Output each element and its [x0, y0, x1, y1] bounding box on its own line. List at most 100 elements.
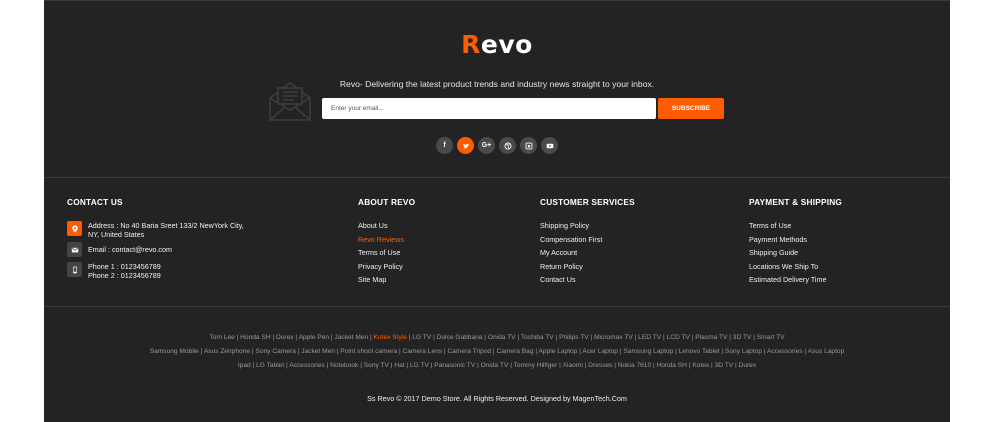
phone-2: Phone 2 : 0123456789 — [88, 271, 161, 281]
link-revo-reviews[interactable]: Revo Reviews — [358, 235, 404, 249]
google-plus-glyph: G+ — [481, 142, 492, 149]
tag-link[interactable]: LG Tablet — [256, 362, 284, 369]
email-text[interactable]: Email : contact@revo.com — [88, 242, 172, 257]
link-shipping-policy[interactable]: Shipping Policy — [540, 221, 602, 235]
youtube-play-icon — [546, 143, 553, 148]
email-input[interactable] — [322, 98, 656, 119]
tag-link[interactable]: Plasma TV — [695, 334, 727, 341]
tag-link[interactable]: Lenovo Tablet — [679, 348, 720, 355]
mail-icon — [67, 242, 82, 257]
link-terms-of-use[interactable]: Terms of Use — [358, 248, 404, 262]
tag-line-2: Samsung Mobile | Asus Zenphone | Sony Ca… — [44, 348, 950, 355]
link-locations[interactable]: Locations We Ship To — [749, 262, 827, 276]
social-links: f G+ — [436, 137, 558, 154]
tag-link[interactable]: Jacket Men — [334, 334, 368, 341]
tag-link[interactable]: Onida TV — [488, 334, 516, 341]
tag-link[interactable]: Sony TV — [364, 362, 389, 369]
tag-link[interactable]: Asus Laptop — [808, 348, 845, 355]
tag-link[interactable]: Sony Camera — [255, 348, 295, 355]
tag-link[interactable]: 3D TV — [715, 362, 734, 369]
twitter-icon[interactable] — [457, 137, 474, 154]
link-shipping-guide[interactable]: Shipping Guide — [749, 248, 827, 262]
tag-link[interactable]: Camera Lens — [403, 348, 443, 355]
newsletter-text: Revo- Delivering the latest product tren… — [339, 79, 655, 89]
address-line-2: NY, United States — [88, 230, 145, 240]
tag-link[interactable]: Acer Laptop — [582, 348, 618, 355]
tag-link[interactable]: LED TV — [638, 334, 661, 341]
link-site-map[interactable]: Site Map — [358, 275, 404, 289]
facebook-icon[interactable]: f — [436, 137, 453, 154]
dribbble-icon[interactable] — [499, 137, 516, 154]
subscribe-button[interactable]: SUBSCRIBE — [658, 98, 724, 119]
phone-text: Phone 1 : 0123456789 Phone 2 : 012345678… — [88, 262, 161, 281]
logo-letter-r: R — [461, 30, 481, 59]
tag-link[interactable]: Kotex Style — [374, 334, 407, 341]
link-payment-methods[interactable]: Payment Methods — [749, 235, 827, 249]
tag-link[interactable]: Tom Lee — [209, 334, 234, 341]
copyright-text: Ss Revo © 2017 Demo Store. All Rights Re… — [367, 394, 627, 403]
tag-link[interactable]: Tommy Hilfiger — [514, 362, 558, 369]
tag-link[interactable]: Onida TV — [481, 362, 509, 369]
phone-1: Phone 1 : 0123456789 — [88, 262, 161, 271]
tag-link[interactable]: Durex — [739, 362, 757, 369]
tag-link[interactable]: Camera Bag — [496, 348, 533, 355]
phone-icon — [67, 262, 82, 277]
link-my-account[interactable]: My Account — [540, 248, 602, 262]
link-terms-of-use-2[interactable]: Terms of Use — [749, 221, 827, 235]
tag-link[interactable]: Notebook — [330, 362, 358, 369]
tag-link[interactable]: Micromax TV — [594, 334, 633, 341]
tag-link[interactable]: Accessories — [289, 362, 325, 369]
revo-logo[interactable]: Revo — [44, 30, 950, 59]
tag-link[interactable]: Philips TV — [559, 334, 589, 341]
phone-row: Phone 1 : 0123456789 Phone 2 : 012345678… — [67, 262, 161, 281]
instagram-camera-icon — [525, 142, 532, 149]
youtube-icon[interactable] — [541, 137, 558, 154]
tag-link[interactable]: Hat — [394, 362, 404, 369]
tag-link[interactable]: Honda SH — [657, 362, 687, 369]
link-about-us[interactable]: About Us — [358, 221, 404, 235]
tag-link[interactable]: Panasonic TV — [434, 362, 475, 369]
link-delivery-time[interactable]: Estimated Delivery Time — [749, 275, 827, 289]
tag-link[interactable]: Nokia 7610 — [618, 362, 651, 369]
tag-link[interactable]: Asus Zenphone — [204, 348, 250, 355]
google-plus-icon[interactable]: G+ — [478, 137, 495, 154]
tag-link[interactable]: Smart TV — [757, 334, 785, 341]
tag-link[interactable]: Xiaomi — [563, 362, 583, 369]
logo-rest: evo — [480, 30, 533, 59]
payment-links: Terms of Use Payment Methods Shipping Gu… — [749, 221, 827, 289]
tag-link[interactable]: Dresses — [588, 362, 612, 369]
tag-line-3: Ipad | LG Tablet | Accessories | Noteboo… — [44, 362, 950, 369]
tag-link[interactable]: Sony Laptop — [725, 348, 762, 355]
tag-link[interactable]: Camera Tripod — [447, 348, 491, 355]
customer-links: Shipping Policy Compensation First My Ac… — [540, 221, 602, 289]
site-footer: Revo Revo- Delivering the latest product… — [44, 0, 950, 422]
tag-link[interactable]: Accessories — [767, 348, 803, 355]
top-border — [44, 0, 950, 1]
tag-link[interactable]: Apple Pen — [299, 334, 329, 341]
tag-link[interactable]: Point shoot camera — [340, 348, 397, 355]
tag-link[interactable]: Samsung Mobile — [150, 348, 199, 355]
tag-link[interactable]: Dolce Gabbana — [437, 334, 483, 341]
tag-link[interactable]: Kotex — [692, 362, 709, 369]
email-row: Email : contact@revo.com — [67, 242, 172, 257]
link-compensation-first[interactable]: Compensation First — [540, 235, 602, 249]
tag-link[interactable]: Jacket Men — [301, 348, 335, 355]
tag-link[interactable]: Samsung Laptop — [623, 348, 673, 355]
address-row: Address : No 40 Baria Sreet 133/2 NewYor… — [67, 221, 244, 240]
contact-title: CONTACT US — [67, 197, 123, 207]
map-pin-icon — [67, 221, 82, 236]
tag-link[interactable]: Toshiba TV — [521, 334, 554, 341]
tag-link[interactable]: Durex — [276, 334, 294, 341]
tag-link[interactable]: LCD TV — [667, 334, 690, 341]
tag-link[interactable]: LG TV — [412, 334, 431, 341]
tag-link[interactable]: LG TV — [410, 362, 429, 369]
customer-services-title: CUSTOMER SERVICES — [540, 197, 635, 207]
tag-link[interactable]: 3D TV — [733, 334, 752, 341]
tag-link[interactable]: Ipad — [238, 362, 251, 369]
link-privacy-policy[interactable]: Privacy Policy — [358, 262, 404, 276]
link-return-policy[interactable]: Return Policy — [540, 262, 602, 276]
tag-link[interactable]: Apple Laptop — [539, 348, 578, 355]
instagram-icon[interactable] — [520, 137, 537, 154]
tag-link[interactable]: Honda SH — [240, 334, 270, 341]
link-contact-us[interactable]: Contact Us — [540, 275, 602, 289]
